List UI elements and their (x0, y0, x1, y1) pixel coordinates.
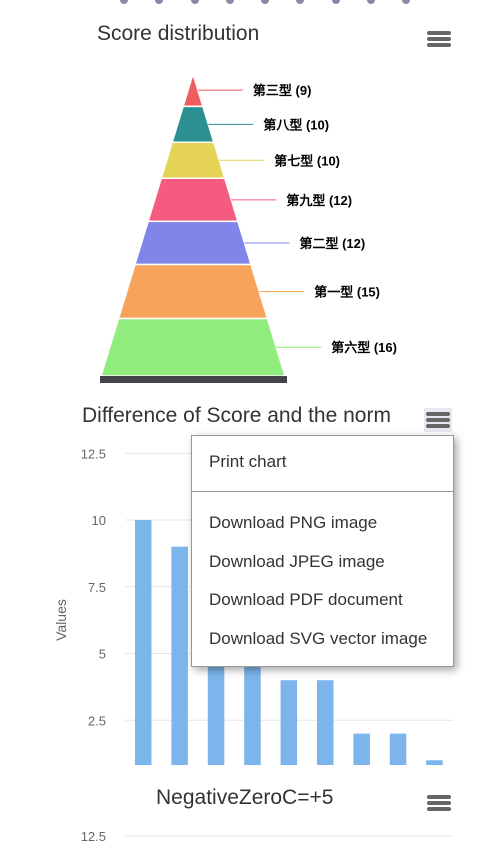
y-tick-label: 5 (99, 647, 106, 662)
export-menu: Print chart Download PNG image Download … (191, 435, 454, 667)
menu-icon[interactable] (427, 793, 451, 815)
y-tick-label: 12.5 (81, 446, 106, 461)
y-tick-label: 12.5 (81, 829, 106, 844)
menu-item-svg[interactable]: Download SVG vector image (209, 629, 427, 649)
y-tick-label: 7.5 (88, 580, 106, 595)
y-axis-label: Values (53, 599, 69, 641)
menu-item-png[interactable]: Download PNG image (209, 513, 377, 533)
bar (389, 733, 407, 765)
bar (171, 546, 188, 765)
bar (353, 733, 370, 765)
bar (135, 520, 152, 765)
menu-item-pdf[interactable]: Download PDF document (209, 590, 403, 610)
menu-item-print[interactable]: Print chart (209, 452, 286, 472)
y-tick-label: 2.5 (88, 713, 106, 728)
menu-separator (192, 491, 453, 492)
chart-title-3: NegativeZeroC=+5 (156, 786, 334, 809)
y-tick-label: 10 (92, 513, 106, 528)
bar (280, 680, 298, 765)
bar (426, 760, 443, 765)
bar-chart: 2.5 5 7.5 10 12.5 Values 12.5 (53, 446, 453, 844)
bar (244, 653, 261, 765)
bar (317, 680, 334, 765)
menu-item-jpeg[interactable]: Download JPEG image (209, 552, 385, 572)
